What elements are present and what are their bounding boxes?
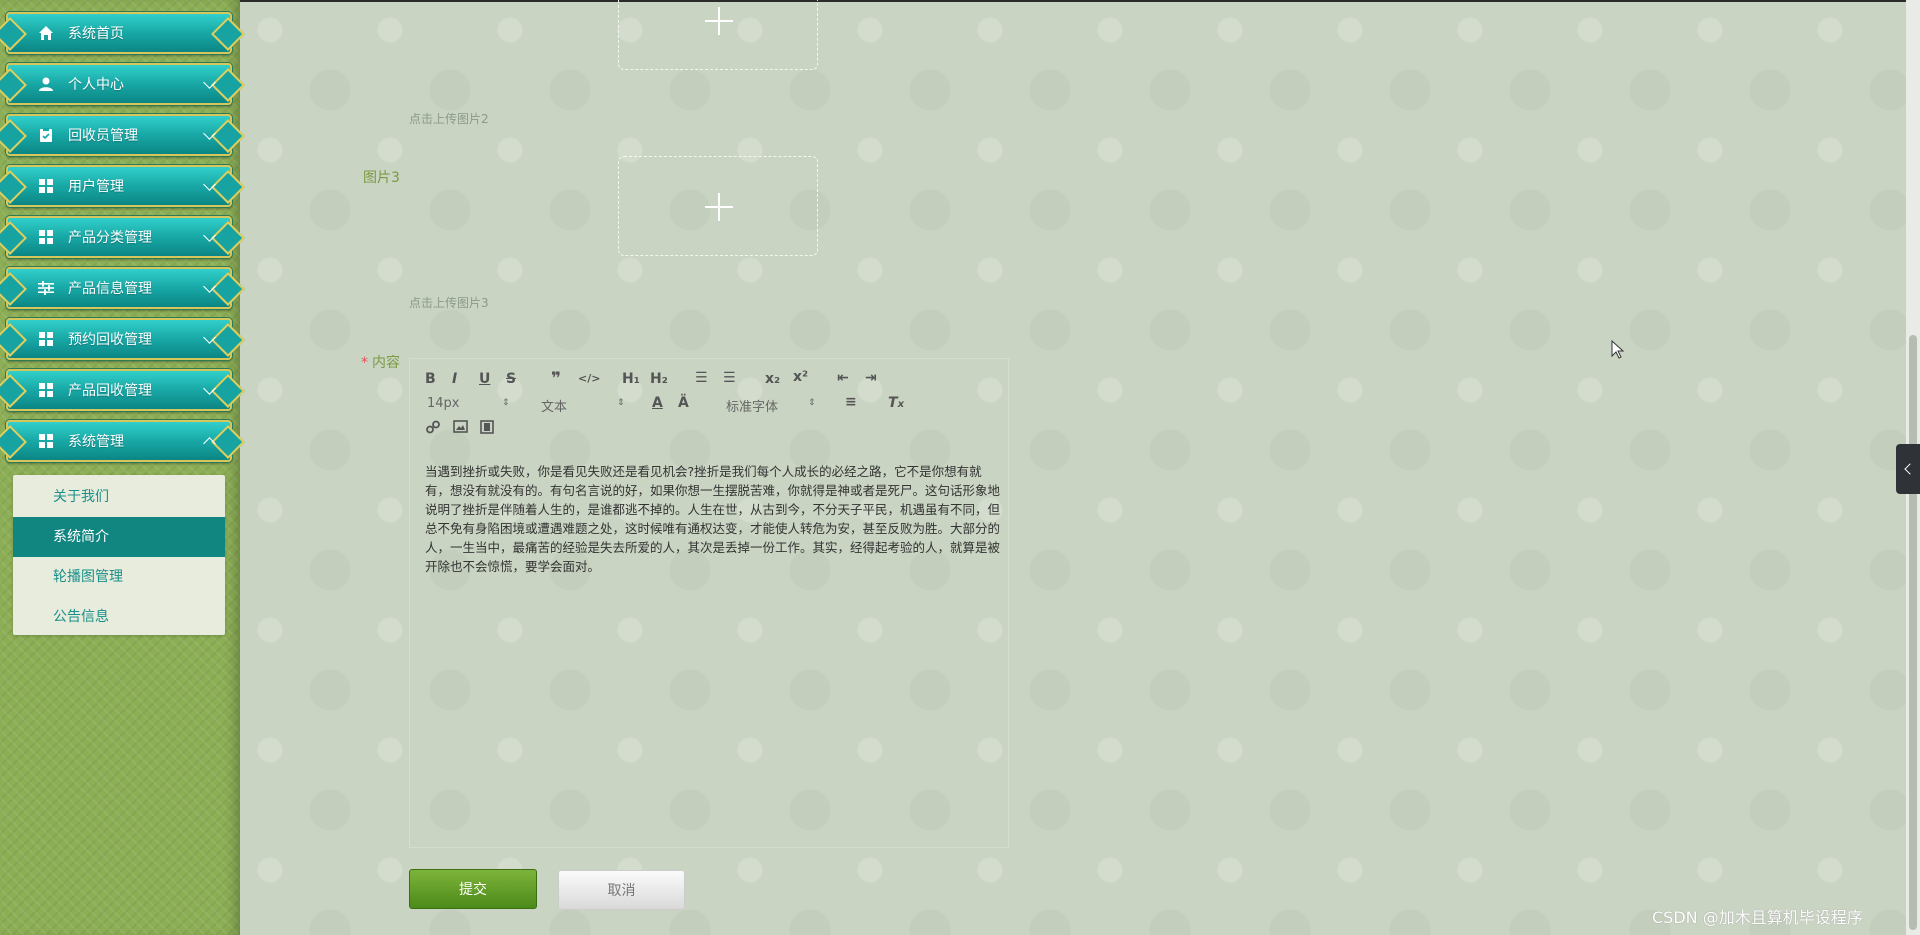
chevron-down-icon <box>203 331 216 344</box>
grid-icon <box>36 380 56 400</box>
required-mark: * <box>361 355 368 371</box>
video-icon[interactable] <box>480 420 494 438</box>
menu-label: 回收员管理 <box>68 128 138 144</box>
background-color-button[interactable]: Ä <box>678 395 689 411</box>
menu-recycle-management[interactable]: 产品回收管理 <box>6 369 232 411</box>
menu-home[interactable]: 系统首页 <box>6 12 232 54</box>
chevron-down-icon <box>203 382 216 395</box>
ordered-list-button[interactable]: ☰ <box>695 370 708 386</box>
plus-icon <box>718 193 720 221</box>
grid-icon <box>36 329 56 349</box>
h1-button[interactable]: H₁ <box>622 371 640 387</box>
select-arrow-icon: ⇕ <box>502 398 510 408</box>
menu-label: 用户管理 <box>68 179 124 195</box>
image-icon[interactable] <box>453 420 468 437</box>
code-block-button[interactable]: </> <box>578 372 600 385</box>
home-icon <box>36 23 56 43</box>
menu-category-management[interactable]: 产品分类管理 <box>6 216 232 258</box>
select-arrow-icon: ⇕ <box>808 398 816 408</box>
strike-button[interactable]: S <box>506 371 516 387</box>
menu-label: 个人中心 <box>68 77 124 93</box>
indent-decrease-button[interactable]: ⇤ <box>837 370 849 386</box>
menu-personal-center[interactable]: 个人中心 <box>6 63 232 105</box>
sliders-icon <box>36 278 56 298</box>
paragraph-select[interactable]: 文本 <box>541 396 567 415</box>
top-border <box>0 0 1920 2</box>
blockquote-button[interactable]: ❞ <box>551 369 561 389</box>
chevron-down-icon <box>203 76 216 89</box>
chevron-down-icon <box>203 229 216 242</box>
sidebar: 系统首页 个人中心 回收员管理 用户管理 产品分类管理 产品信息管理 预约回收管… <box>0 0 240 935</box>
upload-tip-2: 点击上传图片2 <box>409 112 489 126</box>
image2-upload[interactable] <box>618 0 818 70</box>
user-icon <box>36 74 56 94</box>
chevron-down-icon <box>203 178 216 191</box>
menu-label: 产品信息管理 <box>68 281 152 297</box>
select-arrow-icon: ⇕ <box>617 398 625 408</box>
submenu-carousel-management[interactable]: 轮播图管理 <box>13 557 225 597</box>
system-submenu: 关于我们 系统简介 轮播图管理 公告信息 <box>13 475 225 635</box>
indent-increase-button[interactable]: ⇥ <box>865 370 877 386</box>
rich-text-editor[interactable]: B I U S ❞ </> H₁ H₂ ☰ ☰ x₂ x² ⇤ ⇥ 14px ⇕… <box>409 358 1009 848</box>
cancel-button[interactable]: 取消 <box>558 870 685 910</box>
content-label-text: 内容 <box>372 355 400 371</box>
grid-icon <box>36 431 56 451</box>
watermark: CSDN @加木且算机毕设程序 <box>1652 908 1863 927</box>
menu-product-info-management[interactable]: 产品信息管理 <box>6 267 232 309</box>
image3-label: 图片3 <box>363 170 400 186</box>
menu-label: 产品回收管理 <box>68 383 152 399</box>
clipboard-icon <box>36 125 56 145</box>
submenu-about-us[interactable]: 关于我们 <box>13 477 225 517</box>
menu-user-management[interactable]: 用户管理 <box>6 165 232 207</box>
image3-upload[interactable] <box>618 156 818 256</box>
align-button[interactable]: ≡ <box>845 394 857 410</box>
h2-button[interactable]: H₂ <box>650 371 668 387</box>
grid-icon <box>36 227 56 247</box>
chevron-down-icon <box>203 127 216 140</box>
chevron-up-icon <box>203 437 216 450</box>
font-color-button[interactable]: A <box>652 395 663 411</box>
menu-label: 预约回收管理 <box>68 332 152 348</box>
subscript-button[interactable]: x₂ <box>765 371 780 387</box>
clear-format-button[interactable]: Tx <box>888 395 904 411</box>
italic-button[interactable]: I <box>452 371 457 387</box>
chevron-down-icon <box>203 280 216 293</box>
menu-label: 产品分类管理 <box>68 230 152 246</box>
menu-system-management[interactable]: 系统管理 <box>6 420 232 462</box>
editor-content[interactable]: 当遇到挫折或失败，你是看见失败还是看见机会?挫折是我们每个人成长的必经之路，它不… <box>425 462 1005 576</box>
font-size-select[interactable]: 14px <box>427 396 460 411</box>
menu-label: 系统首页 <box>68 26 124 42</box>
upload-tip-3: 点击上传图片3 <box>409 296 489 310</box>
menu-label: 系统管理 <box>68 434 124 450</box>
bullet-list-button[interactable]: ☰ <box>723 370 736 386</box>
superscript-button[interactable]: x² <box>793 369 808 385</box>
submit-button[interactable]: 提交 <box>409 869 537 909</box>
bold-button[interactable]: B <box>425 371 436 387</box>
mouse-cursor-icon <box>1611 340 1625 359</box>
submenu-system-intro[interactable]: 系统简介 <box>13 517 225 557</box>
content-label: * 内容 <box>361 352 400 372</box>
font-family-select[interactable]: 标准字体 <box>726 396 778 415</box>
underline-button[interactable]: U <box>479 371 490 387</box>
grid-icon <box>36 176 56 196</box>
scroll-thumb[interactable] <box>1909 335 1917 930</box>
link-icon[interactable] <box>426 420 440 438</box>
collapse-panel-button[interactable] <box>1896 444 1920 494</box>
menu-reservation-management[interactable]: 预约回收管理 <box>6 318 232 360</box>
menu-collector-management[interactable]: 回收员管理 <box>6 114 232 156</box>
plus-icon <box>718 7 720 35</box>
submenu-announcements[interactable]: 公告信息 <box>13 597 225 637</box>
